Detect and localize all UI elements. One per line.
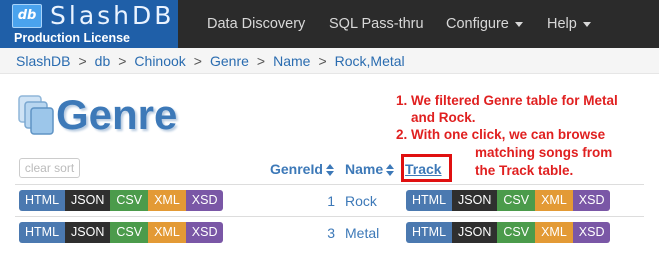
page-title: Genre	[56, 91, 178, 138]
breadcrumb-rock-metal[interactable]: Rock,Metal	[335, 53, 405, 69]
annotation-line: 2. With one click, we can browse	[396, 127, 606, 142]
nav-label: SQL Pass-thru	[329, 16, 424, 32]
nav-configure-dropdown[interactable]: Configure	[446, 0, 523, 48]
annotation-line: and Rock.	[411, 110, 476, 125]
nav-data-discovery[interactable]: Data Discovery	[207, 0, 305, 48]
cell-genreid[interactable]: 1	[315, 193, 335, 209]
format-json-button[interactable]: JSON	[65, 190, 111, 211]
table-divider	[15, 184, 644, 185]
breadcrumb-separator: >	[118, 53, 127, 69]
breadcrumb-separator: >	[193, 53, 202, 69]
annotation-line: matching songs from	[475, 145, 613, 160]
format-xml-button[interactable]: XML	[148, 222, 186, 243]
sort-icon	[325, 164, 334, 177]
breadcrumb-separator: >	[78, 53, 87, 69]
nav-label: Configure	[446, 16, 509, 32]
track-format-buttons: HTML JSON CSV XML XSD	[406, 190, 611, 211]
format-csv-button[interactable]: CSV	[110, 222, 149, 243]
nav-label: Help	[547, 16, 577, 32]
cell-genreid[interactable]: 3	[315, 225, 335, 241]
format-xml-button[interactable]: XML	[148, 190, 186, 211]
table-stack-icon	[18, 95, 54, 135]
format-html-button[interactable]: HTML	[406, 190, 453, 211]
track-format-buttons: HTML JSON CSV XML XSD	[406, 222, 611, 243]
caret-down-icon	[582, 21, 591, 27]
brand-name: SlashDB	[50, 1, 175, 30]
breadcrumb-db[interactable]: db	[95, 53, 111, 69]
column-header-name[interactable]: Name	[345, 161, 395, 177]
slashdb-logo-icon: db	[12, 4, 42, 28]
format-xml-button[interactable]: XML	[535, 190, 573, 211]
format-html-button[interactable]: HTML	[406, 222, 453, 243]
breadcrumb-name[interactable]: Name	[273, 53, 310, 69]
column-header-label: Name	[345, 161, 384, 177]
nav-sql-pass-thru[interactable]: SQL Pass-thru	[329, 0, 424, 48]
cell-name[interactable]: Metal	[345, 225, 379, 241]
breadcrumb-separator: >	[318, 53, 327, 69]
row-format-buttons: HTML JSON CSV XML XSD	[19, 190, 224, 211]
annotation-line: 1. We filtered Genre table for Metal	[396, 93, 618, 108]
column-header-genreid[interactable]: GenreId	[270, 161, 334, 177]
format-xsd-button[interactable]: XSD	[572, 222, 611, 243]
column-header-track-link[interactable]: Track	[405, 161, 442, 177]
breadcrumb-separator: >	[256, 53, 266, 69]
nav-help-dropdown[interactable]: Help	[547, 0, 591, 48]
format-xsd-button[interactable]: XSD	[185, 190, 224, 211]
row-format-buttons: HTML JSON CSV XML XSD	[19, 222, 224, 243]
nav-label: Data Discovery	[207, 16, 306, 32]
format-json-button[interactable]: JSON	[65, 222, 111, 243]
format-xsd-button[interactable]: XSD	[185, 222, 224, 243]
format-csv-button[interactable]: CSV	[497, 222, 536, 243]
breadcrumb-slashdb[interactable]: SlashDB	[16, 53, 70, 69]
breadcrumb-genre[interactable]: Genre	[210, 53, 249, 69]
top-navbar: db SlashDB Production License Data Disco…	[0, 0, 659, 48]
clear-sort-button[interactable]: clear sort	[19, 158, 80, 178]
caret-down-icon	[514, 21, 523, 27]
format-json-button[interactable]: JSON	[452, 222, 498, 243]
format-html-button[interactable]: HTML	[19, 222, 66, 243]
cell-name[interactable]: Rock	[345, 193, 377, 209]
breadcrumb: SlashDB > db > Chinook > Genre > Name > Rock,Metal	[0, 48, 659, 74]
format-json-button[interactable]: JSON	[452, 190, 498, 211]
brand-home-link[interactable]: db SlashDB Production License	[0, 0, 178, 48]
breadcrumb-chinook[interactable]: Chinook	[134, 53, 185, 69]
format-csv-button[interactable]: CSV	[110, 190, 149, 211]
annotation-line: the Track table.	[475, 163, 574, 178]
sort-icon	[386, 164, 395, 177]
column-header-label: GenreId	[270, 161, 323, 177]
format-csv-button[interactable]: CSV	[497, 190, 536, 211]
format-xml-button[interactable]: XML	[535, 222, 573, 243]
format-xsd-button[interactable]: XSD	[572, 190, 611, 211]
license-label: Production License	[14, 31, 130, 45]
table-divider	[15, 216, 644, 217]
format-html-button[interactable]: HTML	[19, 190, 66, 211]
